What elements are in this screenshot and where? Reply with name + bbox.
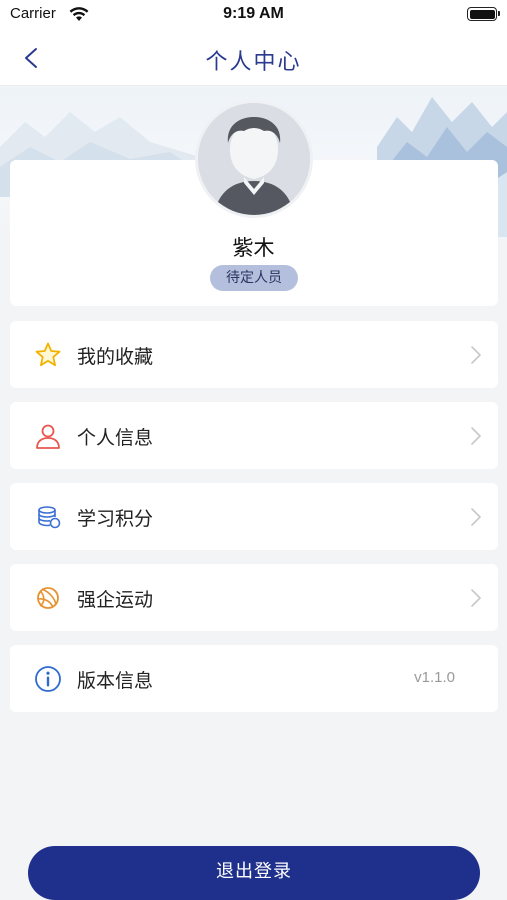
menu-item-enterprise-sports[interactable]: 强企运动	[10, 564, 498, 631]
coin-stack-icon	[38, 506, 61, 529]
menu-item-favorites[interactable]: 我的收藏	[10, 321, 498, 388]
menu-item-label: 版本信息	[77, 670, 154, 692]
menu-item-label: 学习积分	[77, 508, 154, 530]
logout-button[interactable]: 退出登录	[28, 846, 480, 900]
menu-item-label: 我的收藏	[77, 346, 154, 368]
menu-item-label: 个人信息	[77, 427, 154, 449]
battery-icon	[467, 7, 500, 21]
menu-item-label: 强企运动	[77, 589, 154, 611]
clock: 9:19 AM	[223, 5, 284, 22]
chevron-right-icon	[471, 508, 481, 526]
chevron-right-icon	[471, 346, 481, 364]
menu-item-personal-info[interactable]: 个人信息	[10, 402, 498, 469]
nav-bar: 个人中心	[0, 30, 507, 86]
user-name: 紫木	[232, 236, 275, 260]
info-icon	[35, 666, 61, 692]
star-icon	[35, 342, 61, 367]
chevron-right-icon	[471, 427, 481, 445]
status-bar: Carrier 9:19 AM	[0, 0, 507, 30]
version-value: v1.1.0	[414, 669, 455, 686]
default-user-avatar	[198, 103, 310, 215]
menu-item-version-info[interactable]: 版本信息 v1.1.0	[10, 645, 498, 712]
person-icon	[36, 424, 60, 449]
role-badge: 待定人员	[210, 265, 298, 291]
menu-item-study-points[interactable]: 学习积分	[10, 483, 498, 550]
page-title: 个人中心	[205, 50, 302, 75]
avatar[interactable]	[195, 100, 313, 218]
ball-icon	[37, 587, 59, 609]
chevron-right-icon	[471, 589, 481, 607]
